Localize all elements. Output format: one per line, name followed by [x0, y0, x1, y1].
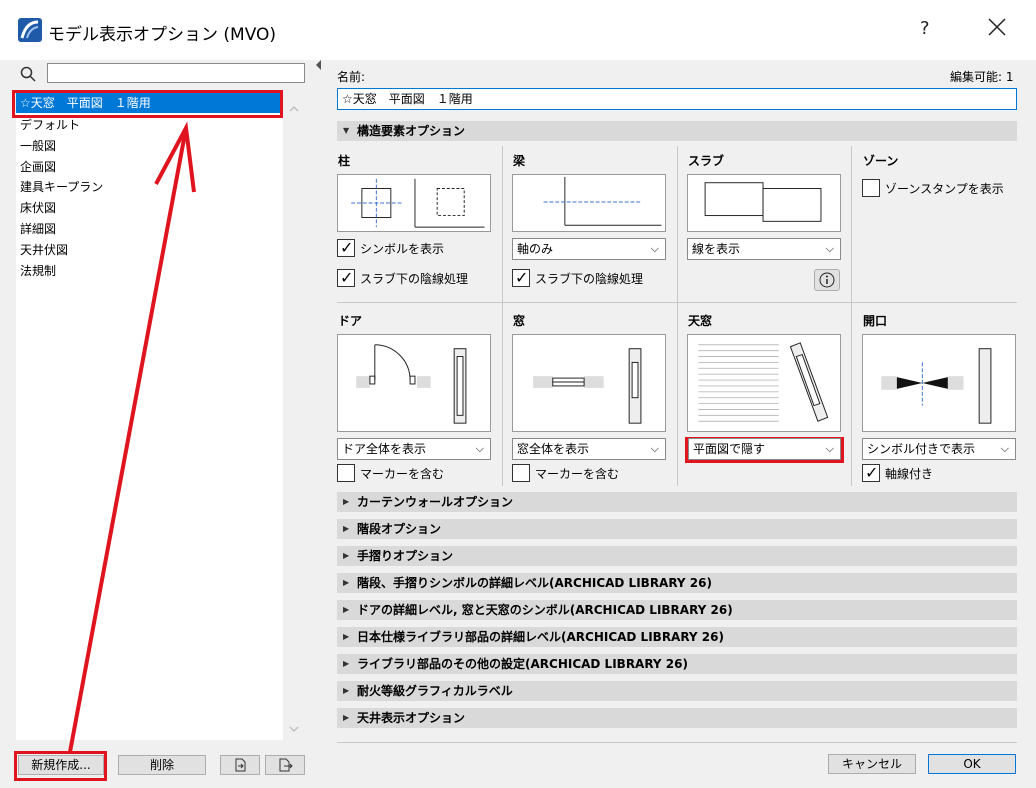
skylight-preview	[687, 334, 841, 432]
opening-axis-label: 軸線付き	[885, 467, 934, 481]
chevron-down-icon: ⌵	[1000, 442, 1009, 455]
divider	[337, 302, 1017, 303]
chevron-down-icon: ⌵	[825, 242, 834, 255]
collapse-icon[interactable]	[316, 60, 322, 70]
section-curtain-wall[interactable]: ▶ カーテンウォールオプション	[337, 492, 1017, 512]
beam-slab-hidden-label: スラブ下の陰線処理	[535, 272, 644, 286]
chevron-down-icon: ⌵	[825, 442, 834, 455]
opening-preview	[862, 334, 1016, 432]
door-marker-checkbox[interactable]	[337, 464, 355, 482]
collapsed-triangle-icon: ▶	[343, 632, 350, 641]
collapsed-triangle-icon: ▶	[343, 551, 350, 560]
panel-splitter[interactable]	[316, 60, 322, 788]
section-stairs[interactable]: ▶ 階段オプション	[337, 519, 1017, 539]
help-button[interactable]: ?	[920, 18, 930, 39]
zone-stamp-label: ゾーンスタンプを表示	[885, 182, 1004, 196]
info-icon	[819, 272, 835, 288]
door-title: ドア	[338, 314, 363, 328]
slab-title: スラブ	[688, 154, 725, 168]
collapsed-triangle-icon: ▶	[343, 713, 350, 722]
annotation-arrow	[68, 121, 196, 753]
chevron-down-icon: ⌵	[650, 242, 659, 255]
dropdown-value: 線を表示	[692, 242, 741, 256]
door-preview	[337, 334, 491, 432]
window-marker-label: マーカーを含む	[535, 467, 620, 481]
editable-count: 編集可能: 1	[950, 70, 1014, 84]
section-label: ドアの詳細レベル, 窓と天窓のシンボル(ARCHICAD LIBRARY 26)	[357, 603, 733, 617]
opening-axis-checkbox[interactable]: ✓	[862, 463, 880, 482]
section-label: ライブラリ部品のその他の設定(ARCHICAD LIBRARY 26)	[357, 657, 688, 671]
section-label: 手摺りオプション	[357, 549, 454, 563]
collapsed-triangle-icon: ▶	[343, 578, 350, 587]
section-railings[interactable]: ▶ 手摺りオプション	[337, 546, 1017, 566]
section-ceiling-display[interactable]: ▶ 天井表示オプション	[337, 708, 1017, 728]
name-label: 名前:	[337, 70, 366, 84]
section-label: カーテンウォールオプション	[357, 495, 514, 509]
divider	[337, 742, 1017, 743]
column-slab-hidden-label: スラブ下の陰線処理	[360, 272, 469, 286]
collapsed-triangle-icon: ▶	[343, 605, 350, 614]
beam-preview	[512, 174, 666, 232]
cancel-button[interactable]: キャンセル	[828, 754, 916, 774]
show-symbol-label: シンボルを表示	[360, 242, 445, 256]
section-label: 階段、手摺りシンボルの詳細レベル(ARCHICAD LIBRARY 26)	[357, 576, 712, 590]
column-title: 柱	[338, 154, 351, 168]
name-field[interactable]: ☆天窓 平面図 １階用	[337, 88, 1017, 110]
divider	[677, 146, 678, 486]
beam-display-dropdown[interactable]: 軸のみ ⌵	[512, 238, 666, 260]
show-symbol-checkbox[interactable]: ✓	[337, 238, 355, 257]
section-label: 階段オプション	[357, 522, 442, 536]
expanded-triangle-icon: ▼	[343, 126, 350, 135]
ok-button[interactable]: OK	[928, 754, 1016, 774]
section-fire-rating-label[interactable]: ▶ 耐火等級グラフィカルラベル	[337, 681, 1017, 701]
slab-display-dropdown[interactable]: 線を表示 ⌵	[687, 238, 841, 260]
column-slab-hidden-checkbox[interactable]: ✓	[337, 268, 355, 287]
beam-slab-hidden-checkbox[interactable]: ✓	[512, 268, 530, 287]
skylight-display-dropdown[interactable]: 平面図で隠す ⌵	[688, 438, 841, 460]
close-icon[interactable]	[985, 15, 1009, 39]
dropdown-value: 窓全体を表示	[517, 442, 590, 456]
chevron-down-icon: ⌵	[475, 442, 484, 455]
info-button[interactable]	[814, 269, 840, 291]
section-door-window-symbol[interactable]: ▶ ドアの詳細レベル, 窓と天窓のシンボル(ARCHICAD LIBRARY 26…	[337, 600, 1017, 620]
window-display-dropdown[interactable]: 窓全体を表示 ⌵	[512, 438, 666, 460]
divider	[851, 146, 852, 486]
column-preview	[337, 174, 491, 232]
window-title: 窓	[513, 314, 526, 328]
dropdown-value: 平面図で隠す	[693, 442, 766, 456]
section-label: 構造要素オプション	[357, 124, 466, 138]
section-label: 日本仕様ライブラリ部品の詳細レベル(ARCHICAD LIBRARY 26)	[357, 630, 724, 644]
window-preview	[512, 334, 666, 432]
door-marker-label: マーカーを含む	[360, 467, 445, 481]
section-label: 耐火等級グラフィカルラベル	[357, 684, 513, 698]
dropdown-value: ドア全体を表示	[342, 442, 427, 456]
skylight-title: 天窓	[688, 314, 713, 328]
dropdown-value: シンボル付きで表示	[867, 442, 976, 456]
collapsed-triangle-icon: ▶	[343, 686, 350, 695]
zone-title: ゾーン	[863, 154, 899, 168]
door-display-dropdown[interactable]: ドア全体を表示 ⌵	[337, 438, 491, 460]
structural-options-header[interactable]: ▼ 構造要素オプション	[337, 121, 1017, 141]
dropdown-value: 軸のみ	[517, 242, 554, 256]
collapsed-triangle-icon: ▶	[343, 659, 350, 668]
chevron-down-icon: ⌵	[650, 442, 659, 455]
collapsed-triangle-icon: ▶	[343, 497, 350, 506]
window-marker-checkbox[interactable]	[512, 464, 530, 482]
slab-preview	[687, 174, 841, 232]
section-label: 天井表示オプション	[357, 711, 466, 725]
opening-title: 開口	[863, 314, 888, 328]
opening-display-dropdown[interactable]: シンボル付きで表示 ⌵	[862, 438, 1016, 460]
collapsed-triangle-icon: ▶	[343, 524, 350, 533]
section-japan-library-detail[interactable]: ▶ 日本仕様ライブラリ部品の詳細レベル(ARCHICAD LIBRARY 26)	[337, 627, 1017, 647]
zone-stamp-checkbox[interactable]	[862, 179, 880, 197]
divider	[502, 146, 503, 486]
section-library-other[interactable]: ▶ ライブラリ部品のその他の設定(ARCHICAD LIBRARY 26)	[337, 654, 1017, 674]
section-stair-railing-detail[interactable]: ▶ 階段、手摺りシンボルの詳細レベル(ARCHICAD LIBRARY 26)	[337, 573, 1017, 593]
beam-title: 梁	[513, 154, 526, 168]
